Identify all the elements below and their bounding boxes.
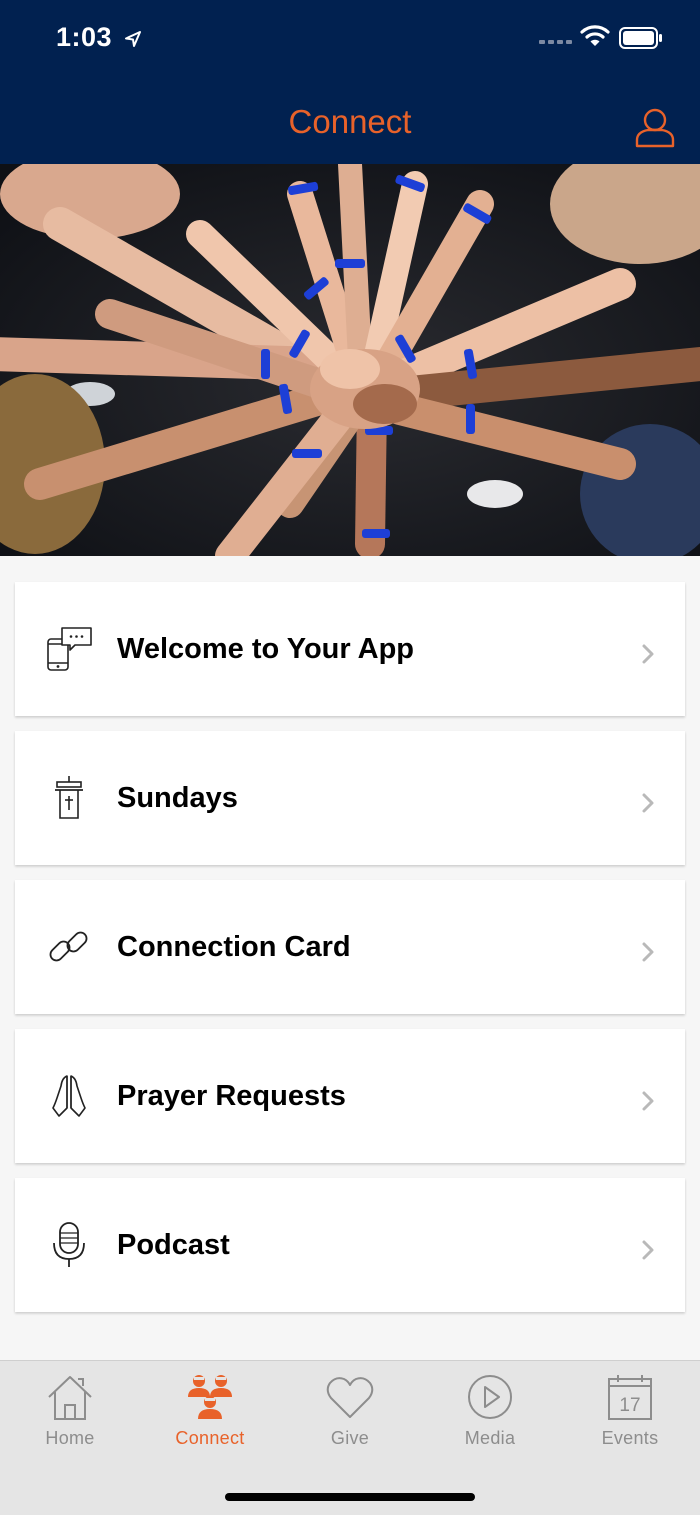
link-icon xyxy=(49,931,88,962)
user-outline-icon[interactable] xyxy=(634,106,676,148)
heart-icon xyxy=(326,1377,374,1418)
phone-chat-icon xyxy=(47,627,92,671)
tab-label: Media xyxy=(464,1428,516,1448)
calendar-day-text: 17 xyxy=(619,1395,640,1416)
menu-item-connection-card[interactable]: Connection Card xyxy=(15,880,685,1014)
menu-item-label: Podcast xyxy=(117,1229,230,1261)
praying-hands-icon xyxy=(52,1075,86,1117)
menu-item-prayer-requests[interactable]: Prayer Requests xyxy=(15,1029,685,1163)
chevron-right-icon xyxy=(642,793,654,813)
tab-label: Connect xyxy=(175,1428,245,1448)
pulpit-icon xyxy=(55,776,83,819)
status-time: 1:03 xyxy=(56,22,142,53)
location-arrow-icon xyxy=(125,30,142,47)
status-time-text: 1:03 xyxy=(56,22,113,52)
chevron-right-icon xyxy=(642,942,654,962)
tab-label: Home xyxy=(45,1428,95,1448)
chevron-right-icon xyxy=(642,1240,654,1260)
tab-connect[interactable]: Connect xyxy=(140,1361,280,1456)
play-circle-icon xyxy=(468,1375,512,1419)
tab-give[interactable]: Give xyxy=(280,1361,420,1456)
tab-label: Events xyxy=(601,1428,659,1448)
tab-media[interactable]: Media xyxy=(420,1361,560,1456)
menu-item-podcast[interactable]: Podcast xyxy=(15,1178,685,1312)
tab-label: Give xyxy=(330,1428,370,1448)
chevron-right-icon xyxy=(642,1091,654,1111)
menu-item-label: Sundays xyxy=(117,782,238,814)
tab-home[interactable]: Home xyxy=(0,1361,140,1456)
cellular-signal-icon xyxy=(539,40,572,44)
hero-image xyxy=(0,164,700,556)
house-icon xyxy=(48,1376,92,1420)
menu-item-label: Connection Card xyxy=(117,931,351,963)
menu-item-label: Welcome to Your App xyxy=(117,633,415,665)
page-title: Connect xyxy=(288,103,412,140)
tab-events[interactable]: 17 Events xyxy=(560,1361,700,1456)
battery-icon xyxy=(619,27,662,49)
home-indicator[interactable] xyxy=(225,1493,475,1501)
chevron-right-icon xyxy=(642,644,654,664)
menu-item-welcome[interactable]: Welcome to Your App xyxy=(15,582,685,716)
menu-item-label: Prayer Requests xyxy=(117,1080,346,1112)
calendar-icon: 17 xyxy=(608,1375,652,1420)
hands-together-photo xyxy=(0,164,700,556)
wifi-icon xyxy=(580,25,610,46)
microphone-icon xyxy=(53,1222,85,1267)
menu-list: Welcome to Your App Sundays Connection C… xyxy=(15,582,685,1327)
people-icon xyxy=(188,1375,232,1419)
tab-bar: Home Connect Give Media 17 Events xyxy=(0,1360,700,1515)
menu-item-sundays[interactable]: Sundays xyxy=(15,731,685,865)
app-header: 1:03 Connect xyxy=(0,0,700,164)
